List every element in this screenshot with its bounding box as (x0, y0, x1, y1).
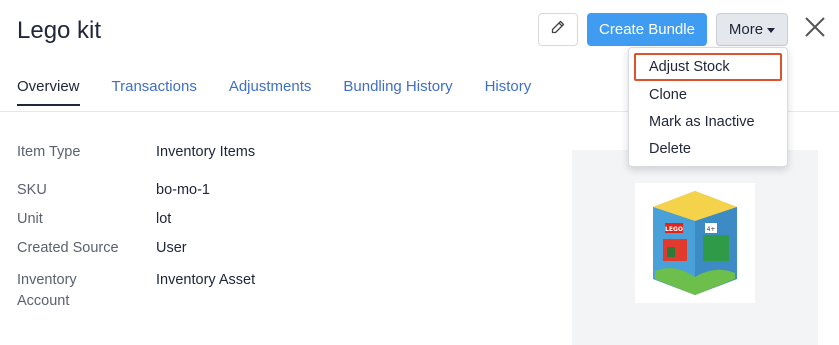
create-bundle-button[interactable]: Create Bundle (587, 13, 707, 46)
menu-item-clone[interactable]: Clone (634, 81, 782, 109)
detail-label: Item Type (17, 144, 81, 160)
more-dropdown-menu: Adjust Stock Clone Mark as Inactive Dele… (628, 47, 788, 167)
pencil-icon (550, 19, 566, 40)
detail-label: SKU (17, 182, 47, 198)
detail-value: lot (156, 211, 172, 227)
detail-value: bo-mo-1 (156, 182, 210, 198)
detail-value: User (156, 240, 187, 256)
detail-row-item-type: Item Type Inventory Items (17, 142, 255, 163)
detail-row-inventory-account: Inventory Account Inventory Asset (17, 270, 255, 312)
tab-bar: Overview Transactions Adjustments Bundli… (17, 78, 563, 106)
menu-item-delete[interactable]: Delete (634, 135, 782, 163)
detail-row-unit: Unit lot (17, 209, 171, 230)
detail-label: Unit (17, 211, 43, 227)
tab-history[interactable]: History (485, 78, 532, 106)
detail-row-created-source: Created Source User (17, 238, 187, 259)
tab-bundling-history[interactable]: Bundling History (343, 78, 452, 106)
detail-value: Inventory Asset (156, 272, 256, 288)
svg-text:4+: 4+ (707, 226, 716, 233)
detail-value: Inventory Items (156, 144, 256, 160)
tab-transactions[interactable]: Transactions (112, 78, 197, 106)
close-button[interactable] (802, 16, 828, 42)
detail-label: Created Source (17, 240, 119, 256)
edit-button[interactable] (538, 13, 578, 46)
tab-adjustments[interactable]: Adjustments (229, 78, 312, 106)
detail-label: Inventory Account (17, 272, 77, 309)
detail-row-sku: SKU bo-mo-1 (17, 180, 210, 201)
menu-item-mark-inactive[interactable]: Mark as Inactive (634, 108, 782, 136)
tab-overview[interactable]: Overview (17, 78, 80, 106)
product-image: LEGO 4+ (635, 183, 755, 303)
page-title: Lego kit (17, 17, 102, 44)
close-icon (805, 16, 825, 42)
svg-text:LEGO: LEGO (665, 226, 683, 233)
menu-item-adjust-stock[interactable]: Adjust Stock (634, 53, 782, 81)
more-button[interactable]: More (716, 13, 788, 46)
caret-down-icon (767, 28, 776, 33)
more-button-label: More (728, 21, 764, 38)
